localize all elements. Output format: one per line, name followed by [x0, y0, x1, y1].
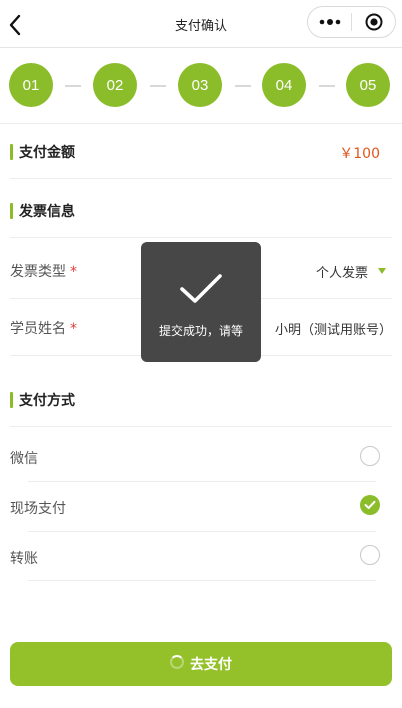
invoice-type-select[interactable]: 个人发票: [316, 262, 368, 281]
more-button[interactable]: [308, 7, 351, 37]
student-name-field[interactable]: 小明（测试用账号）: [275, 319, 392, 338]
toast-message: 提交成功，请等: [158, 324, 243, 338]
close-button[interactable]: [352, 7, 395, 37]
invoice-type-label-text: 发票类型: [10, 264, 66, 280]
step-connector: [150, 85, 166, 87]
check-circle-icon: [364, 500, 376, 509]
divider: [28, 481, 376, 482]
amount-section-label: 支付金额: [19, 145, 75, 161]
step-connector: [235, 85, 251, 87]
divider: [10, 237, 392, 238]
divider: [28, 531, 376, 532]
required-mark: *: [70, 264, 77, 280]
pay-button-label: 去支付: [190, 657, 232, 673]
payment-option-transfer[interactable]: 转账: [10, 548, 38, 568]
step-connector: [319, 85, 335, 87]
wechat-radio[interactable]: [360, 446, 380, 466]
more-dots-icon: [319, 19, 340, 25]
divider: [10, 178, 392, 179]
step-5: 05: [346, 63, 390, 107]
payment-option-onsite[interactable]: 现场支付: [10, 498, 66, 518]
payment-option-wechat[interactable]: 微信: [10, 448, 38, 468]
section-accent-bar: [10, 144, 13, 160]
section-accent-bar: [10, 203, 13, 219]
caret-down-icon[interactable]: [378, 268, 386, 274]
onsite-radio[interactable]: [360, 495, 380, 515]
divider: [28, 580, 376, 581]
checkmark-icon: [180, 274, 222, 303]
step-connector: [65, 85, 81, 87]
spinner-icon: [170, 655, 184, 669]
amount-section-title: 支付金额: [10, 142, 75, 162]
target-close-icon: [365, 13, 382, 31]
required-mark: *: [70, 321, 77, 337]
invoice-section-title: 发票信息: [10, 201, 75, 221]
invoice-type-label: 发票类型 *: [10, 261, 77, 281]
success-toast: 提交成功，请等: [141, 242, 261, 362]
step-3: 03: [178, 63, 222, 107]
payment-section-label: 支付方式: [19, 393, 75, 409]
transfer-radio[interactable]: [360, 545, 380, 565]
invoice-section-label: 发票信息: [19, 204, 75, 220]
step-progress: 01 02 03 04 05: [0, 48, 402, 124]
step-4: 04: [262, 63, 306, 107]
section-accent-bar: [10, 392, 13, 408]
mini-program-capsule: [307, 6, 396, 38]
payment-amount: ￥100: [339, 146, 380, 162]
nav-bar: 支付确认: [0, 0, 402, 48]
payment-section-title: 支付方式: [10, 390, 75, 410]
step-2: 02: [93, 63, 137, 107]
pay-button[interactable]: 去支付: [10, 642, 392, 686]
divider: [10, 426, 392, 427]
student-name-label-text: 学员姓名: [10, 321, 66, 337]
student-name-label: 学员姓名 *: [10, 318, 77, 338]
step-1: 01: [9, 63, 53, 107]
